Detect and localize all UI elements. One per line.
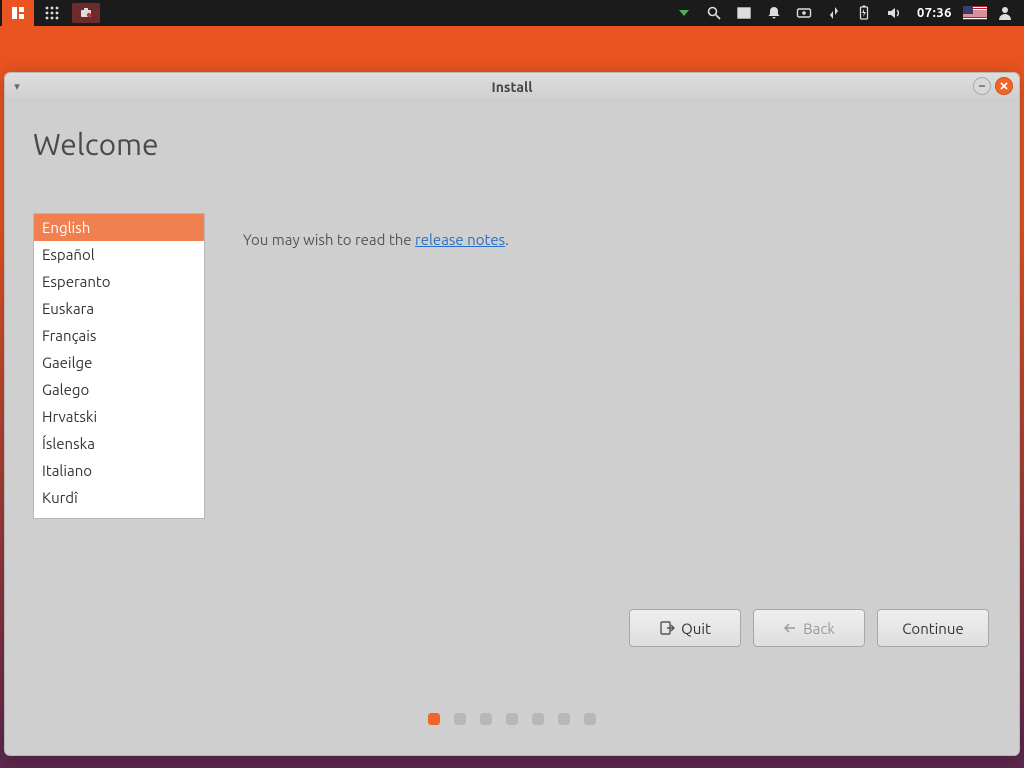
workspace-icon	[736, 5, 752, 21]
launcher-button[interactable]	[2, 0, 34, 26]
user-menu-button[interactable]	[992, 0, 1018, 26]
tray-app-button[interactable]	[70, 0, 102, 26]
close-button[interactable]	[995, 77, 1013, 95]
network-updown-icon	[826, 5, 842, 21]
language-list[interactable]: EnglishEspañolEsperantoEuskaraFrançaisGa…	[33, 213, 205, 519]
window-menu-button[interactable]: ▾	[5, 80, 29, 93]
language-option[interactable]: Kurdî	[34, 484, 204, 511]
progress-dot	[506, 713, 518, 725]
notifications-button[interactable]	[761, 0, 787, 26]
language-option[interactable]: Galego	[34, 376, 204, 403]
language-option[interactable]: Gaeilge	[34, 349, 204, 376]
progress-dot	[428, 713, 440, 725]
page-heading: Welcome	[33, 127, 991, 161]
keyboard-indicator[interactable]	[791, 0, 817, 26]
arrow-left-icon	[783, 621, 797, 635]
progress-dot	[558, 713, 570, 725]
language-option[interactable]: Italiano	[34, 457, 204, 484]
apps-grid-button[interactable]	[36, 0, 68, 26]
volume-icon	[886, 5, 902, 21]
continue-label: Continue	[902, 620, 963, 637]
clock[interactable]: 07:36	[911, 6, 958, 20]
launcher-icon	[10, 5, 26, 21]
language-indicator[interactable]	[962, 0, 988, 26]
titlebar[interactable]: ▾ Install	[5, 73, 1019, 101]
flag-us-icon	[963, 6, 987, 20]
language-option[interactable]: Esperanto	[34, 268, 204, 295]
search-icon	[706, 5, 722, 21]
quit-label: Quit	[681, 620, 711, 637]
quit-icon	[659, 620, 675, 636]
language-option[interactable]: Íslenska	[34, 430, 204, 457]
battery-button[interactable]	[851, 0, 877, 26]
screenshot-tool-icon	[72, 3, 100, 23]
language-option[interactable]: Euskara	[34, 295, 204, 322]
back-button[interactable]: Back	[753, 609, 865, 647]
note-suffix: .	[505, 231, 509, 248]
network-button[interactable]	[821, 0, 847, 26]
release-notes-text: You may wish to read the release notes.	[243, 231, 509, 248]
quit-button[interactable]: Quit	[629, 609, 741, 647]
apps-grid-icon	[44, 5, 60, 21]
volume-button[interactable]	[881, 0, 907, 26]
expand-indicator[interactable]	[671, 0, 697, 26]
language-option[interactable]: English	[34, 214, 204, 241]
minimize-button[interactable]	[973, 77, 991, 95]
keyboard-icon	[796, 5, 812, 21]
progress-dot	[454, 713, 466, 725]
chevron-down-icon	[676, 5, 692, 21]
language-option[interactable]: Hrvatski	[34, 403, 204, 430]
close-icon	[999, 81, 1009, 91]
back-label: Back	[803, 620, 835, 637]
workspace-button[interactable]	[731, 0, 757, 26]
user-icon	[997, 5, 1013, 21]
continue-button[interactable]: Continue	[877, 609, 989, 647]
top-panel: 07:36	[0, 0, 1024, 26]
search-button[interactable]	[701, 0, 727, 26]
progress-dot	[532, 713, 544, 725]
language-option[interactable]: Français	[34, 322, 204, 349]
minimize-icon	[977, 81, 987, 91]
progress-dots	[5, 713, 1019, 725]
release-notes-link[interactable]: release notes	[415, 231, 505, 248]
installer-window: ▾ Install Welcome EnglishEspañolEsperant…	[4, 72, 1020, 756]
bell-icon	[766, 5, 782, 21]
progress-dot	[480, 713, 492, 725]
window-title: Install	[5, 79, 1019, 95]
battery-icon	[856, 5, 872, 21]
language-option[interactable]: Español	[34, 241, 204, 268]
note-prefix: You may wish to read the	[243, 231, 415, 248]
progress-dot	[584, 713, 596, 725]
